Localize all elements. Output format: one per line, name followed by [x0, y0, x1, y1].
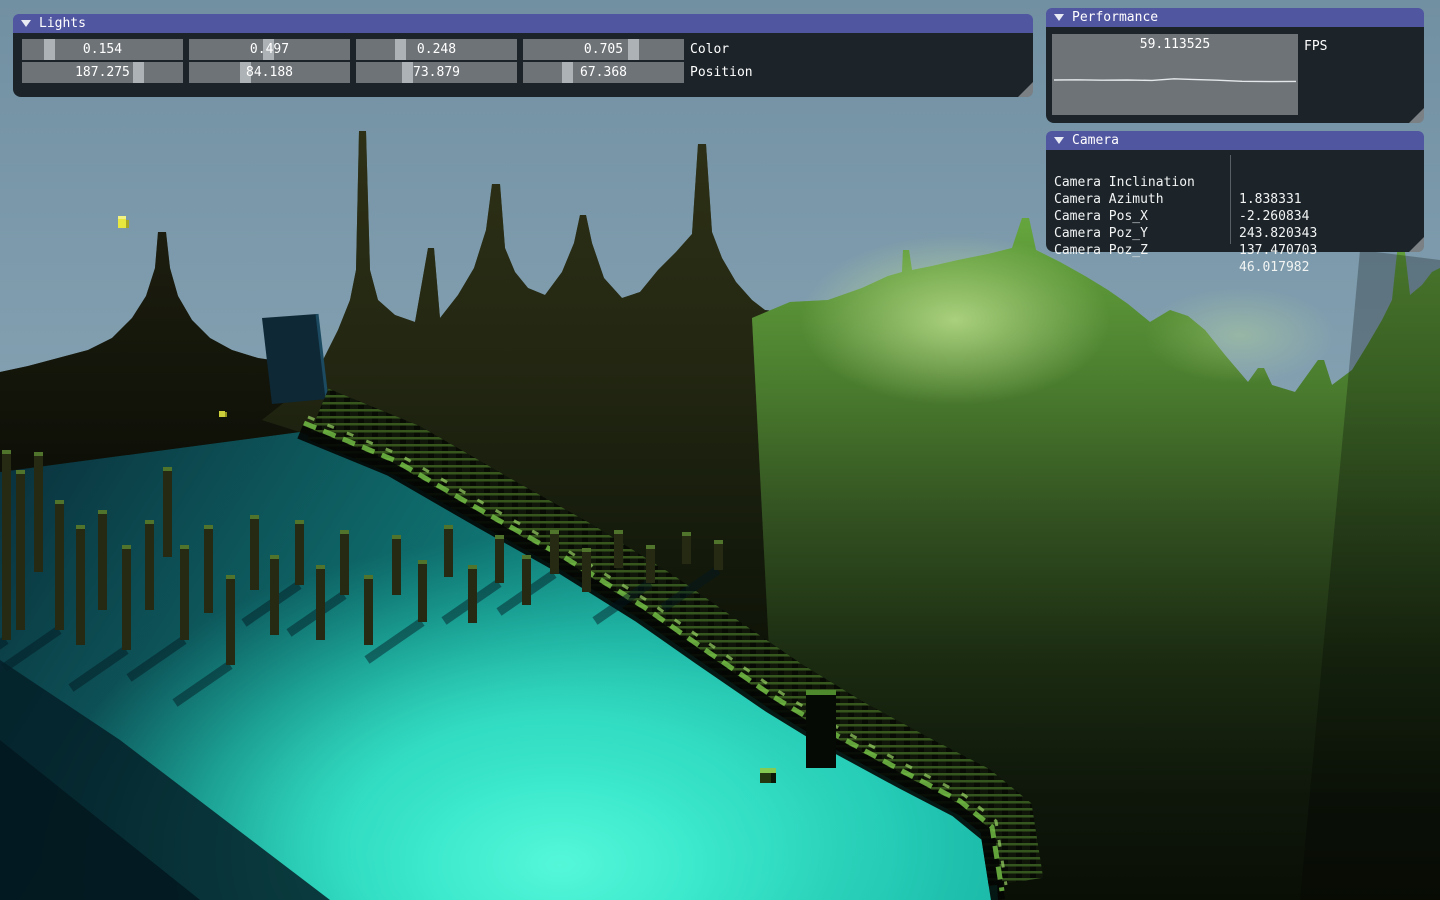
- camera-panel-title: Camera: [1072, 133, 1119, 148]
- lights-panel: Lights 0.154 0.497 0.248 0.705 Color 187…: [13, 14, 1033, 97]
- lights-panel-title: Lights: [39, 16, 86, 31]
- column-divider: [1230, 155, 1231, 244]
- collapse-triangle-icon: [21, 20, 31, 27]
- light-color-slider-b[interactable]: 0.248: [356, 39, 517, 60]
- camera-value-list: Camera Inclination 1.838331 Camera Azimu…: [1054, 157, 1416, 242]
- dark-slab: [262, 314, 327, 404]
- light-position-slider-x[interactable]: 187.275: [22, 62, 183, 83]
- position-row-label: Position: [690, 62, 753, 83]
- resize-grip[interactable]: [1409, 237, 1424, 252]
- fps-history-graph: 59.113525: [1052, 34, 1298, 115]
- camera-row: Camera Poz_Y 137.470703: [1054, 208, 1416, 225]
- camera-panel-header[interactable]: Camera: [1046, 131, 1424, 150]
- light-color-slider-a[interactable]: 0.705: [523, 39, 684, 60]
- fps-label: FPS: [1304, 39, 1327, 54]
- camera-row: Camera Pos_X 243.820343: [1054, 191, 1416, 208]
- camera-row: Camera Poz_Z 46.017982: [1054, 225, 1416, 242]
- collapse-triangle-icon: [1054, 137, 1064, 144]
- floating-grass-cube: [760, 768, 776, 783]
- performance-panel-header[interactable]: Performance: [1046, 8, 1424, 27]
- color-row-label: Color: [690, 39, 729, 60]
- light-position-slider-y[interactable]: 84.188: [189, 62, 350, 83]
- resize-grip[interactable]: [1018, 82, 1033, 97]
- lights-panel-header[interactable]: Lights: [13, 14, 1033, 33]
- resize-grip[interactable]: [1409, 108, 1424, 123]
- camera-panel: Camera Camera Inclination 1.838331 Camer…: [1046, 131, 1424, 252]
- fps-value: 59.113525: [1052, 37, 1298, 52]
- light-color-slider-r[interactable]: 0.154: [22, 39, 183, 60]
- collapse-triangle-icon: [1054, 14, 1064, 21]
- camera-row: Camera Inclination 1.838331: [1054, 157, 1416, 174]
- light-position-slider-w[interactable]: 67.368: [523, 62, 684, 83]
- performance-panel-title: Performance: [1072, 10, 1158, 25]
- camera-row: Camera Azimuth -2.260834: [1054, 174, 1416, 191]
- light-color-slider-g[interactable]: 0.497: [189, 39, 350, 60]
- performance-panel: Performance 59.113525 FPS: [1046, 8, 1424, 123]
- light-position-slider-z[interactable]: 73.879: [356, 62, 517, 83]
